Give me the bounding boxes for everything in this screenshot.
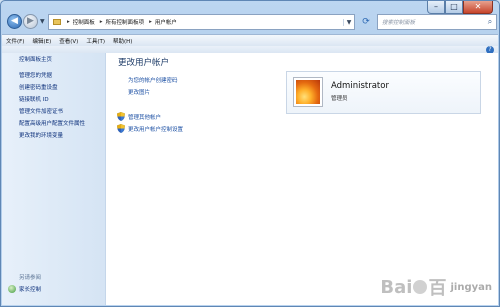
breadcrumb-all-items[interactable]: 所有控制面板项 (106, 18, 145, 26)
back-arrow-icon[interactable]: ◀ (7, 14, 22, 29)
sidebar-item-link-online-id[interactable]: 链接联机 ID (19, 95, 49, 103)
task-pane: 控制面板主页 管理您的凭据 创建密码重设盘 链接联机 ID 管理文件加密证书 配… (2, 53, 106, 305)
user-avatar (294, 78, 322, 106)
address-dropdown-icon[interactable]: ▼ (343, 18, 354, 26)
menu-tools[interactable]: 工具(T) (82, 37, 109, 45)
manage-other-accounts-label: 管理其他帐户 (128, 114, 162, 121)
watermark-text: Bai (380, 276, 413, 298)
search-input[interactable]: 搜索控制面板 (378, 18, 484, 26)
menu-help[interactable]: 帮助(H) (109, 37, 136, 45)
sidebar-item-advanced-profile[interactable]: 配置高级用户配置文件属性 (19, 119, 85, 127)
sidebar-item-create-reset-disk[interactable]: 创建密码重设盘 (19, 83, 58, 91)
menu-view[interactable]: 查看(V) (55, 37, 82, 45)
explorer-window: – □ ✕ ◀ ▶ ▼ ▸ 控制面板 ▸ 所有控制面板项 ▸ 用户帐户 ▼ ⟳ … (0, 0, 500, 307)
content-area: 控制面板主页 管理您的凭据 创建密码重设盘 链接联机 ID 管理文件加密证书 配… (2, 53, 498, 305)
baidu-watermark: Bai 百 jingyan (380, 274, 492, 300)
menu-file[interactable]: 文件(F) (2, 37, 28, 45)
sidebar-control-panel-home[interactable]: 控制面板主页 (19, 55, 52, 63)
sidebar-item-encryption-certificates[interactable]: 管理文件加密证书 (19, 107, 63, 115)
account-role: 管理员 (331, 96, 348, 102)
menu-edit[interactable]: 编辑(E) (28, 37, 55, 45)
uac-shield-icon (117, 124, 125, 133)
watermark-text-right: 百 (428, 278, 447, 299)
create-password-link[interactable]: 为您的帐户创建密码 (128, 76, 178, 84)
address-bar[interactable]: ▸ 控制面板 ▸ 所有控制面板项 ▸ 用户帐户 ▼ (48, 14, 355, 30)
chevron-right-icon[interactable]: ▸ (67, 19, 70, 25)
sidebar-item-parental-controls[interactable]: 家长控制 (8, 285, 41, 293)
chevron-right-icon[interactable]: ▸ (100, 19, 103, 25)
toolbar: ? (2, 46, 498, 54)
navigation-row: ◀ ▶ ▼ ▸ 控制面板 ▸ 所有控制面板项 ▸ 用户帐户 ▼ ⟳ 搜索控制面板… (5, 13, 497, 33)
search-icon[interactable]: ⌕ (484, 17, 496, 27)
account-name: Administrator (331, 81, 389, 91)
recent-pages-dropdown-icon[interactable]: ▼ (40, 18, 45, 25)
forward-arrow-icon[interactable]: ▶ (23, 14, 38, 29)
page-title: 更改用户帐户 (118, 58, 170, 68)
parental-controls-icon (8, 285, 16, 293)
chevron-right-icon[interactable]: ▸ (149, 19, 152, 25)
uac-settings-link[interactable]: 更改用户帐户控制设置 (117, 124, 183, 133)
sidebar-item-manage-credentials[interactable]: 管理您的凭据 (19, 71, 52, 79)
manage-other-accounts-link[interactable]: 管理其他帐户 (117, 112, 161, 121)
uac-shield-icon (117, 112, 125, 121)
uac-settings-label: 更改用户帐户控制设置 (128, 126, 184, 133)
sidebar-item-environment-variables[interactable]: 更改我的环境变量 (19, 131, 63, 139)
account-card: Administrator 管理员 (286, 71, 481, 114)
breadcrumb-user-accounts[interactable]: 用户帐户 (155, 18, 177, 26)
search-box[interactable]: 搜索控制面板 ⌕ (377, 14, 497, 30)
control-panel-icon (53, 19, 61, 25)
breadcrumb-control-panel[interactable]: 控制面板 (73, 18, 95, 26)
see-also-heading: 另请参阅 (19, 275, 42, 281)
main-panel: 更改用户帐户 为您的帐户创建密码 更改图片 管理其他帐户 更改用户帐户控制设置 … (106, 53, 498, 305)
refresh-icon[interactable]: ⟳ (359, 15, 373, 29)
watermark-sub: jingyan (450, 281, 492, 293)
change-picture-link[interactable]: 更改图片 (128, 88, 150, 96)
sidebar-item-label: 家长控制 (19, 287, 42, 293)
paw-icon (413, 280, 428, 294)
